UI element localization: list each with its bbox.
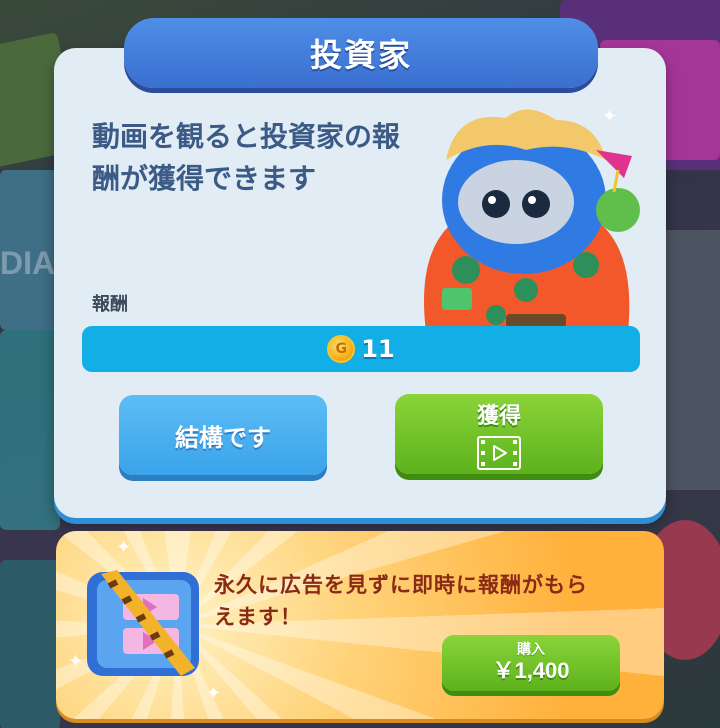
dialog-title-bar: 投資家 xyxy=(124,18,598,88)
claim-button-label: 獲得 xyxy=(476,404,521,429)
buy-button[interactable]: 購入 ￥1,400 xyxy=(442,635,620,691)
video-play-icon xyxy=(477,436,521,470)
background-sign: DIA xyxy=(0,245,56,281)
dialog-description: 動画を観ると投資家の報酬が獲得できます xyxy=(92,120,401,195)
claim-reward-button[interactable]: 獲得 xyxy=(395,394,603,474)
sparkle-icon: ✦ xyxy=(68,651,84,672)
svg-text:✦: ✦ xyxy=(602,106,617,127)
reward-bar: G 11 xyxy=(82,326,640,372)
no-ads-ticket-icon xyxy=(87,570,199,676)
coin-icon: G xyxy=(327,335,356,363)
decline-button-label: 結構です xyxy=(175,423,271,452)
dialog-title: 投資家 xyxy=(309,36,412,74)
decline-button[interactable]: 結構です xyxy=(119,395,327,475)
sparkle-icon: ✦ xyxy=(116,537,132,558)
reward-label: 報酬 xyxy=(92,294,128,315)
investor-character-icon: ✦ xyxy=(424,106,640,332)
offer-description: 永久に広告を見ずに即時に報酬がもらえます！ xyxy=(214,573,588,629)
buy-button-label: 購入 xyxy=(517,642,545,658)
no-ads-offer-panel: ✦ ✦ ✦ 永久に広告を見ずに即時に報酬がもらえます！ 購入 ￥1,400 xyxy=(56,531,664,719)
reward-amount: 11 xyxy=(361,335,395,363)
sparkle-icon: ✦ xyxy=(206,683,222,704)
buy-price: ￥1,400 xyxy=(492,658,570,683)
